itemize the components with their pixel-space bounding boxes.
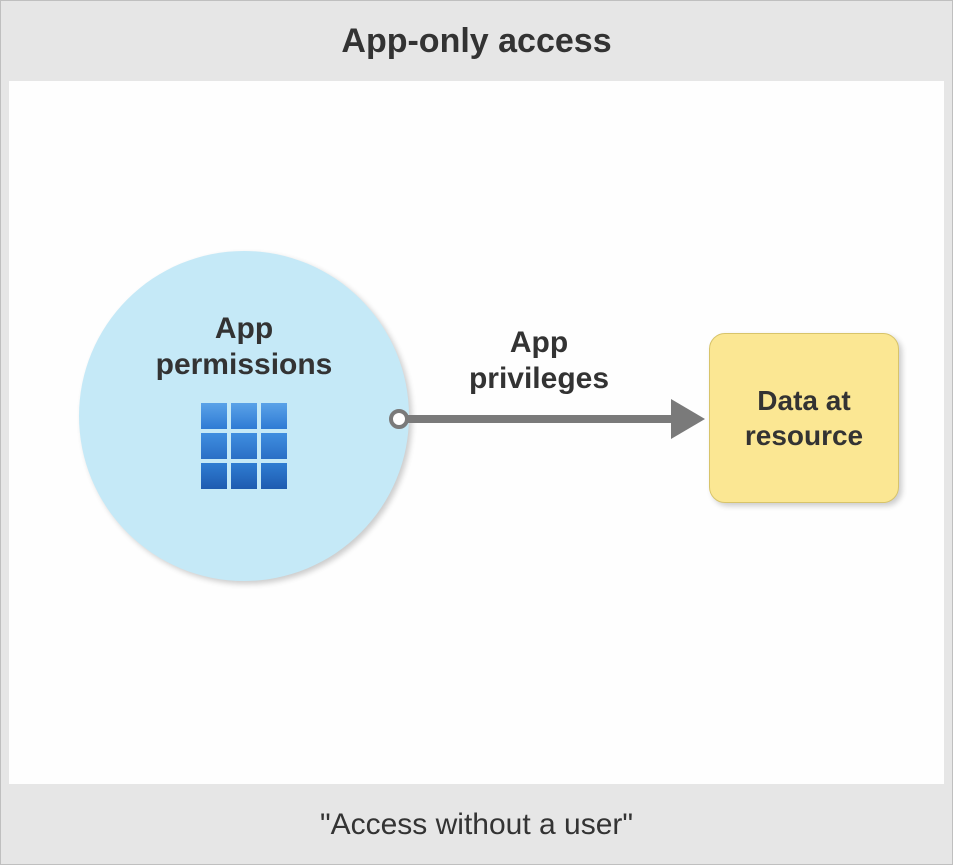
arrow-head-icon (671, 399, 705, 439)
arrow-line (405, 415, 677, 423)
diagram-frame: App-only access App permissions App priv… (0, 0, 953, 865)
app-permissions-label: App permissions (156, 311, 333, 383)
arrow-label: App privileges (429, 325, 649, 397)
privileges-arrow (389, 407, 709, 431)
data-resource-label: Data at resource (745, 383, 863, 453)
diagram-title: App-only access (1, 1, 952, 81)
data-resource-node: Data at resource (709, 333, 899, 503)
app-permissions-node: App permissions (79, 251, 409, 581)
app-grid-icon (201, 403, 287, 489)
diagram-footer: "Access without a user" (1, 786, 952, 864)
diagram-canvas: App permissions App privileges Data at r… (9, 81, 944, 784)
